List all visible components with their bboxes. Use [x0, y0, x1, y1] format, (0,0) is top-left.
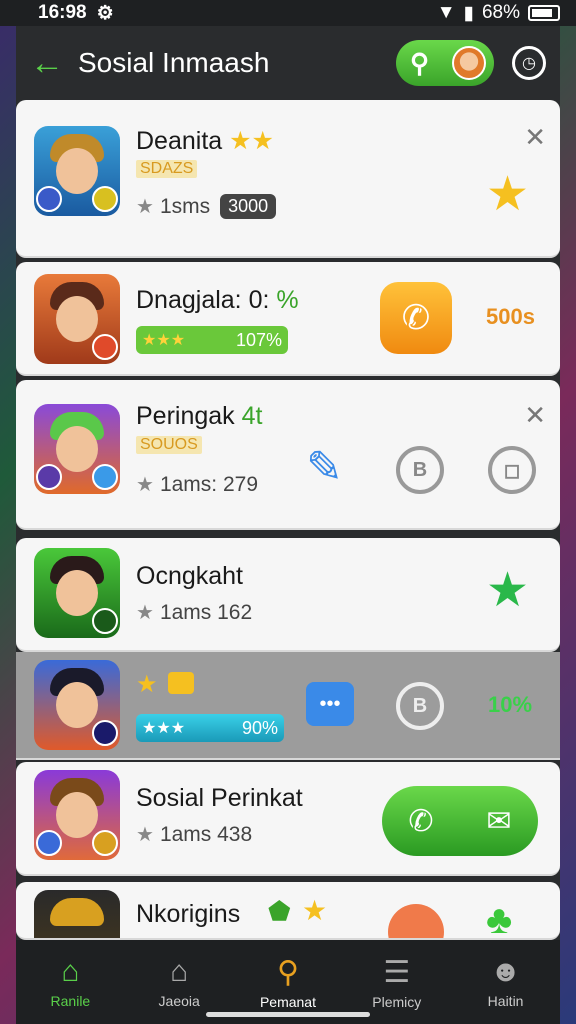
- message-icon: [168, 672, 194, 694]
- avatar: [34, 770, 120, 860]
- home-icon: ⌂: [61, 955, 80, 988]
- status-bar: 16:98 ⚙ ▼ ▮ 68%: [0, 0, 576, 26]
- list-item[interactable]: Ocngkaht ★ 1ams 162 ★: [16, 538, 560, 652]
- signal-icon: ▮: [463, 2, 474, 24]
- wrench-icon[interactable]: ✎: [306, 442, 343, 493]
- chat-icon[interactable]: •••: [306, 682, 354, 726]
- avatar: [34, 548, 120, 638]
- nav-item-jaeoia[interactable]: ⌂ Jaeoia: [129, 955, 229, 1009]
- contact-name: Dnagjala: 0: %: [136, 286, 299, 314]
- list-item[interactable]: Dnagjala: 0: % ★★★ 107% ✆ 500s: [16, 262, 560, 376]
- close-icon[interactable]: ✕: [524, 400, 546, 431]
- star-icon: ★: [136, 671, 158, 698]
- nav-item-search[interactable]: ⚲ Pemanat: [238, 955, 338, 1010]
- contact-meta: ★ 1sms 3000: [136, 194, 277, 219]
- history-icon[interactable]: ◷: [512, 46, 546, 80]
- phone-icon: ✆: [408, 804, 434, 838]
- house-icon: ⌂: [170, 955, 189, 988]
- list-item[interactable]: ★ ★★★ 90% ••• B 10%: [16, 652, 560, 760]
- list-item[interactable]: Deanita ★★ SDAZS ★ 1sms 3000 ✕ ★: [16, 100, 560, 258]
- contact-name: Deanita ★★: [136, 127, 274, 155]
- list-item[interactable]: Nkorigins ⬟ ★ ♣: [16, 882, 560, 940]
- contact-meta: ★ 1ams 162: [136, 600, 253, 625]
- star-icon: ★: [136, 602, 154, 624]
- search-button[interactable]: ⚲: [396, 40, 494, 86]
- app-header: ← Sosial Inmaash ⚲ ◷: [16, 26, 560, 100]
- phone-icon[interactable]: ✆: [380, 282, 452, 354]
- page-title: Sosial Inmaash: [78, 47, 270, 78]
- person-icon: ☻: [489, 955, 522, 988]
- action-button[interactable]: B: [396, 446, 444, 494]
- back-arrow-icon[interactable]: ←: [30, 44, 70, 83]
- tag-icon: ⬟: [268, 896, 291, 926]
- battery-icon: [528, 5, 560, 21]
- avatar: [34, 660, 120, 750]
- points-value: 500s: [486, 304, 535, 329]
- list-item[interactable]: Peringak 4t SOUOS ★ 1ams: 279 ✕ ✎ B ◻: [16, 380, 560, 530]
- progress-bar: ★★★ 107%: [136, 326, 288, 354]
- contact-meta: ★ 1ams 438: [136, 822, 253, 847]
- action-button[interactable]: B: [396, 682, 444, 730]
- favorite-star-icon[interactable]: ★: [486, 562, 529, 618]
- search-icon: ⚲: [276, 955, 299, 989]
- avatar: [34, 126, 120, 216]
- profile-avatar[interactable]: [452, 46, 486, 80]
- progress-bar: ★★★ 90%: [136, 714, 284, 742]
- star-icon: ★: [302, 895, 328, 926]
- nav-item-home[interactable]: ⌂ Ranile: [20, 955, 120, 1009]
- nav-item-profile[interactable]: ☻ Haitin: [456, 955, 556, 1009]
- count-badge: 3000: [220, 194, 277, 219]
- stop-button[interactable]: ◻: [488, 446, 536, 494]
- avatar: [34, 890, 120, 938]
- message-icon: ✉: [486, 804, 512, 838]
- list-item[interactable]: Sosial Perinkat ★ 1ams 438 ✆ ✉: [16, 762, 560, 876]
- call-button[interactable]: ✆ ✉: [382, 786, 538, 856]
- status-time: 16:98: [38, 2, 87, 23]
- favorite-star-icon[interactable]: ★: [486, 166, 529, 222]
- contact-name: Ocngkaht: [136, 562, 244, 590]
- star-icon: ★: [136, 824, 154, 846]
- star-icon: ★: [136, 474, 154, 496]
- home-indicator[interactable]: [206, 1012, 370, 1017]
- list-icon: ☰: [383, 955, 411, 989]
- search-icon: ⚲: [410, 47, 430, 78]
- avatar: [34, 274, 120, 364]
- clover-icon[interactable]: ♣: [486, 898, 512, 938]
- contact-name: Sosial Perinkat: [136, 784, 303, 812]
- contact-subtitle: SDAZS: [136, 160, 198, 178]
- star-icon: ★: [136, 196, 154, 218]
- battery-percent: 68%: [481, 2, 520, 23]
- avatar: [34, 404, 120, 494]
- close-icon[interactable]: ✕: [524, 122, 546, 153]
- contact-meta: ★ 1ams: 279: [136, 472, 258, 497]
- nav-item-list[interactable]: ☰ Plemicy: [347, 955, 447, 1010]
- contact-name: Nkorigins: [136, 900, 241, 928]
- alert-icon[interactable]: [388, 904, 444, 938]
- wifi-icon: ▼: [436, 2, 456, 23]
- contact-name: Peringak 4t: [136, 402, 263, 430]
- contact-subtitle: SOUOS: [136, 436, 202, 454]
- settings-icon: ⚙: [96, 2, 114, 24]
- percent-value: 10%: [488, 692, 533, 717]
